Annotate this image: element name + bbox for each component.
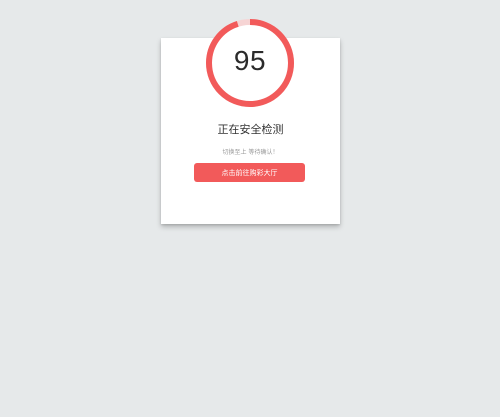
go-to-lobby-button[interactable]: 点击前往购彩大厅	[194, 163, 305, 182]
progress-value: 95	[233, 45, 267, 76]
status-title: 正在安全检测	[217, 123, 284, 136]
page: 95 正在安全检测 切换至上 等待确认！ 点击前往购彩大厅	[0, 0, 500, 417]
progress-ring: 95	[205, 18, 295, 108]
status-subtitle: 切换至上 等待确认！	[222, 149, 279, 156]
